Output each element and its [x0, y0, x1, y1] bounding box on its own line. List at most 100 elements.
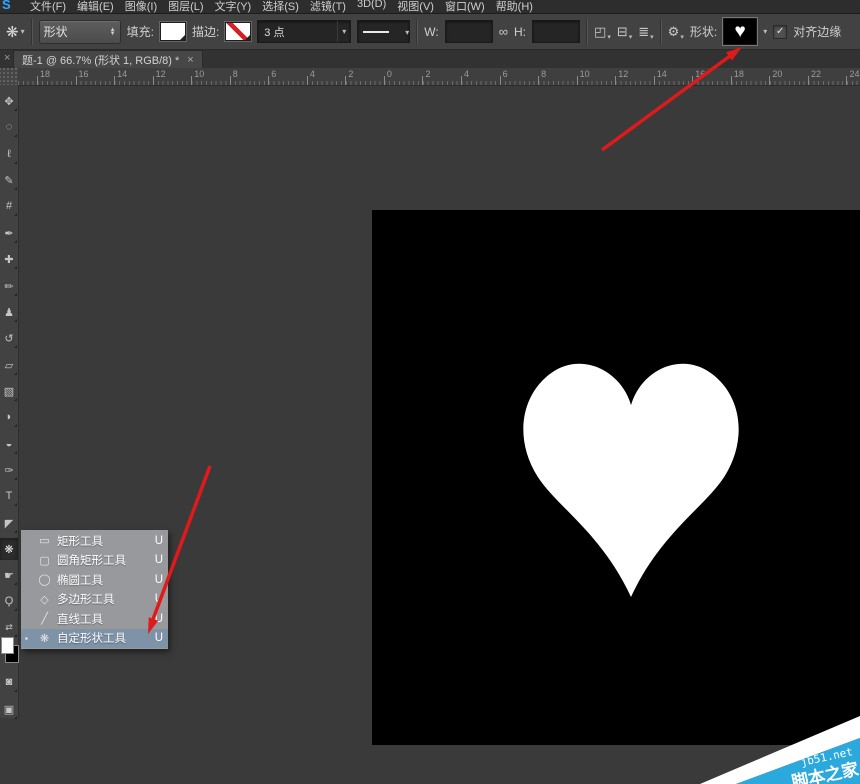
menu-3d[interactable]: 3D(D): [357, 0, 386, 14]
chevron-down-icon: ▾: [680, 33, 684, 41]
close-icon[interactable]: ×: [187, 54, 193, 66]
eyedropper-tool[interactable]: ✒: [0, 222, 18, 244]
quick-selection-tool[interactable]: ✎: [0, 169, 18, 191]
menu-view[interactable]: 视图(V): [397, 0, 434, 14]
zoom-tool[interactable]: Ϙ: [0, 590, 18, 612]
tool-preset-picker[interactable]: ❋ ▾: [6, 23, 25, 41]
chevron-down-icon: ▾: [629, 33, 633, 41]
pen-tool[interactable]: ✑: [0, 459, 18, 481]
blur-tool[interactable]: ◗: [0, 406, 18, 428]
shortcut-key: U: [155, 632, 163, 644]
link-dimensions-icon[interactable]: ∞: [499, 24, 508, 39]
marquee-tool[interactable]: ◌: [0, 116, 18, 138]
stroke-color-swatch[interactable]: [225, 22, 251, 41]
shortcut-key: U: [155, 535, 163, 547]
menu-item-rectangle-tool[interactable]: ▭ 矩形工具 U: [21, 531, 168, 551]
menu-item-line-tool[interactable]: ╱ 直线工具 U: [21, 609, 168, 629]
ruler-number: 16: [695, 69, 705, 79]
ruler-number: 22: [811, 69, 821, 79]
quick-mask-button[interactable]: ◙: [0, 671, 18, 693]
custom-shape-tool[interactable]: ❋: [0, 538, 18, 560]
ruler-number: 6: [503, 69, 508, 79]
divider: [660, 19, 662, 45]
photoshop-window: S 文件(F) 编辑(E) 图像(I) 图层(L) 文字(Y) 选择(S) 滤镜…: [0, 0, 860, 784]
swatch-corner-icon: [180, 35, 185, 40]
ruler-number: 14: [657, 69, 667, 79]
ruler-number: 16: [79, 69, 89, 79]
path-alignment-button[interactable]: ⊟ ▾: [617, 24, 632, 40]
custom-shape-tool-icon: ❋: [6, 23, 19, 41]
divider: [586, 19, 588, 45]
eraser-tool[interactable]: ▱: [0, 354, 18, 376]
custom-shape-icon: ❋: [37, 632, 52, 645]
menu-item-rounded-rectangle-tool[interactable]: ▢ 圆角矩形工具 U: [21, 551, 168, 571]
width-input[interactable]: [445, 20, 493, 43]
gradient-tool[interactable]: ▧: [0, 380, 18, 402]
foreground-color-swatch[interactable]: [1, 637, 14, 654]
tool-mode-value: 形状: [44, 23, 68, 40]
stroke-style-select[interactable]: ▾: [357, 20, 410, 43]
document-tab[interactable]: 题-1 @ 66.7% (形状 1, RGB/8) * ×: [13, 50, 203, 68]
rectangle-icon: ▭: [37, 534, 52, 547]
height-input[interactable]: [532, 20, 580, 43]
polygon-icon: ◇: [37, 593, 52, 606]
solid-line-icon: [363, 31, 389, 33]
ruler-number: 2: [425, 69, 430, 79]
menu-layer[interactable]: 图层(L): [168, 0, 203, 14]
menu-image[interactable]: 图像(I): [125, 0, 157, 14]
healing-brush-tool[interactable]: ✚: [0, 248, 18, 270]
menu-item-ellipse-tool[interactable]: ◯ 椭圆工具 U: [21, 570, 168, 590]
fill-color-swatch[interactable]: [160, 22, 186, 41]
menu-item-polygon-tool[interactable]: ◇ 多边形工具 U: [21, 590, 168, 610]
menu-type[interactable]: 文字(Y): [215, 0, 252, 14]
line-icon: ╱: [37, 612, 52, 625]
menu-edit[interactable]: 编辑(E): [77, 0, 114, 14]
path-operations-button[interactable]: ◰ ▾: [594, 24, 611, 40]
dodge-tool[interactable]: ◒: [0, 433, 18, 455]
chevron-down-icon: ▾: [607, 33, 611, 41]
stroke-width-select[interactable]: 3 点 ▾: [257, 20, 351, 43]
ruler-number: 12: [156, 69, 166, 79]
shape-tools-flyout-menu: ▭ 矩形工具 U ▢ 圆角矩形工具 U ◯ 椭圆工具 U ◇ 多边形工具 U ╱…: [21, 530, 168, 649]
shape-label: 形状:: [690, 23, 717, 40]
shape-preset-picker[interactable]: ♥: [723, 18, 757, 45]
photoshop-logo: S: [2, 0, 11, 12]
width-label: W:: [424, 25, 438, 39]
menu-window[interactable]: 窗口(W): [445, 0, 485, 14]
geometry-options-button[interactable]: ⚙ ▾: [668, 24, 684, 40]
swap-colors-icon[interactable]: ⇄: [0, 616, 18, 638]
menu-help[interactable]: 帮助(H): [496, 0, 533, 14]
path-arrangement-button[interactable]: ≣ ▾: [638, 24, 653, 40]
document-canvas[interactable]: [372, 210, 860, 745]
screen-mode-button[interactable]: ▣: [0, 698, 18, 720]
ruler-number: 14: [117, 69, 127, 79]
color-swatches: [0, 637, 18, 665]
tab-overflow-close-icon[interactable]: ×: [4, 52, 10, 64]
brush-tool[interactable]: ✏: [0, 275, 18, 297]
move-tool[interactable]: ✥: [0, 90, 18, 112]
menu-file[interactable]: 文件(F): [30, 0, 66, 14]
path-selection-tool[interactable]: ◤: [0, 512, 18, 534]
clone-stamp-tool[interactable]: ♟: [0, 301, 18, 323]
document-title: 题-1 @ 66.7% (形状 1, RGB/8) *: [22, 52, 179, 68]
active-tool-bullet: ▪: [25, 634, 32, 643]
align-edges-checkbox[interactable]: ✓: [773, 25, 787, 39]
menu-select[interactable]: 选择(S): [262, 0, 299, 14]
tool-mode-select[interactable]: 形状 ▲▼: [39, 20, 121, 44]
menu-filter[interactable]: 滤镜(T): [310, 0, 346, 14]
lasso-tool[interactable]: ℓ: [0, 143, 18, 165]
type-tool[interactable]: T: [0, 485, 18, 507]
hand-tool[interactable]: ☛: [0, 564, 18, 586]
ellipse-icon: ◯: [37, 573, 52, 586]
menu-item-custom-shape-tool[interactable]: ▪ ❋ 自定形状工具 U: [21, 629, 168, 649]
stroke-label: 描边:: [192, 23, 219, 40]
height-label: H:: [514, 25, 526, 39]
horizontal-ruler: 18 16 14 12 10 8 6 4 2 0 2 4 6 8 10 12 1…: [18, 68, 860, 86]
path-arrangement-icon: ≣: [638, 24, 649, 40]
crop-tool[interactable]: #: [0, 195, 18, 217]
rounded-rectangle-icon: ▢: [37, 554, 52, 567]
history-brush-tool[interactable]: ↺: [0, 327, 18, 349]
path-operations-icon: ◰: [594, 24, 606, 40]
heart-shape: [508, 340, 754, 608]
divider: [31, 19, 33, 45]
